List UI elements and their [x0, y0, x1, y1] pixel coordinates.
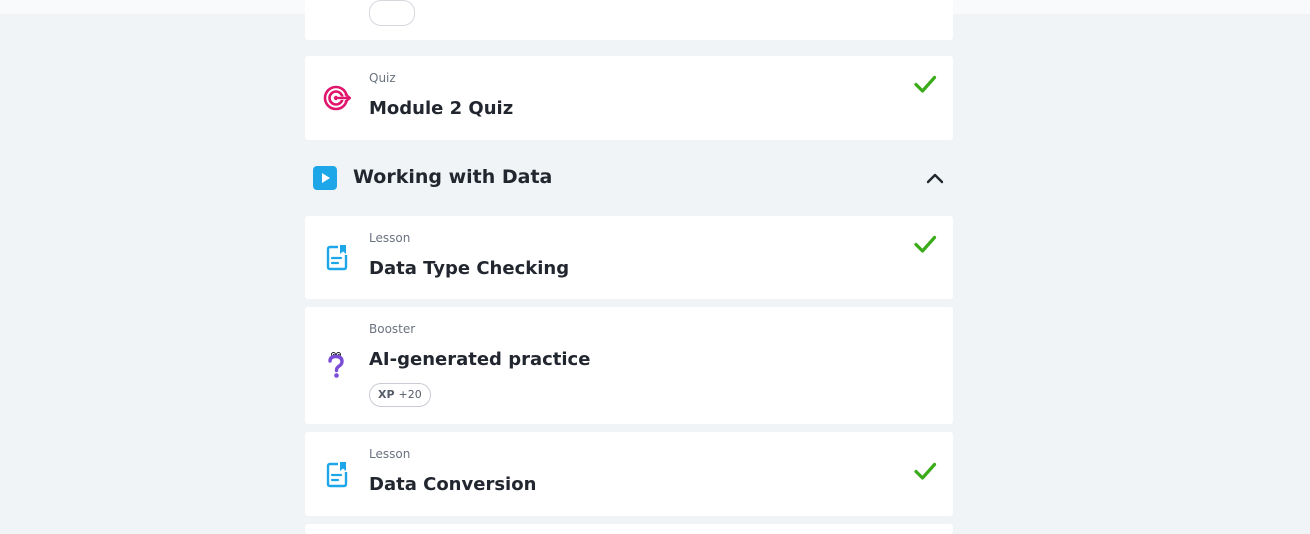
xp-label: XP: [378, 388, 395, 401]
list-item-lesson[interactable]: Lesson Data Conversion: [305, 432, 953, 516]
list-item-booster[interactable]: Booster AI-generated practice XP +20: [305, 307, 953, 424]
play-icon: [313, 166, 337, 190]
section-header[interactable]: Working with Data: [305, 156, 953, 200]
xp-value: +20: [398, 388, 422, 401]
xp-badge: XP +20: [369, 383, 431, 407]
xp-badge-partial: [369, 0, 415, 26]
list-item-lesson[interactable]: Lesson Data Type Checking: [305, 216, 953, 299]
completed-check-icon: [914, 75, 937, 93]
item-title[interactable]: Data Conversion: [369, 474, 536, 495]
list-item-partial[interactable]: [305, 524, 953, 534]
item-type-label: Quiz: [369, 71, 396, 85]
target-icon: [323, 85, 351, 111]
item-title[interactable]: Data Type Checking: [369, 258, 569, 279]
lesson-document-icon: [326, 462, 348, 488]
item-title[interactable]: AI-generated practice: [369, 349, 590, 370]
chevron-up-icon[interactable]: [925, 168, 945, 188]
question-mascot-icon: [328, 352, 344, 378]
item-type-label: Booster: [369, 322, 416, 336]
section-title: Working with Data: [353, 166, 553, 188]
list-item-partial[interactable]: [305, 0, 953, 40]
item-type-label: Lesson: [369, 231, 411, 245]
lesson-document-icon: [326, 245, 348, 271]
completed-check-icon: [914, 462, 937, 480]
completed-check-icon: [914, 235, 937, 253]
item-type-label: Lesson: [369, 447, 411, 461]
list-item-quiz[interactable]: Quiz Module 2 Quiz: [305, 56, 953, 140]
item-title[interactable]: Module 2 Quiz: [369, 98, 513, 119]
